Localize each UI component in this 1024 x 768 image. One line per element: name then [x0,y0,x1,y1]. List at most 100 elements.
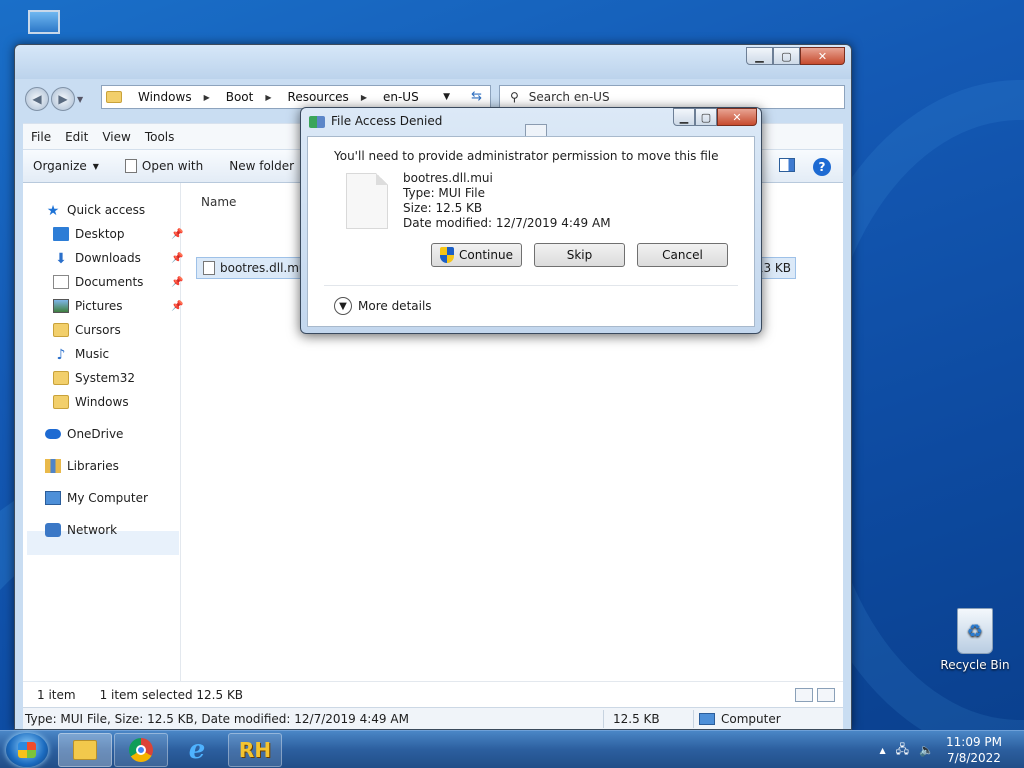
folder-icon [106,91,122,103]
dialog-minimize-button[interactable]: ▁ [673,108,695,126]
clock-date: 7/8/2022 [947,751,1001,765]
dialog-maximize-button[interactable]: ▢ [695,108,717,126]
skip-button[interactable]: Skip [534,243,625,267]
nav-item-cursors[interactable]: Cursors [53,323,121,337]
chevron-down-icon: ▼ [92,161,99,171]
desktop-icon-computer[interactable] [28,10,64,40]
search-icon: ⚲ [510,90,519,104]
organize-button[interactable]: Organize ▼ [33,159,99,173]
column-header-name[interactable]: Name [201,195,236,209]
taskbar-chrome[interactable] [114,733,168,767]
continue-button[interactable]: Continue [431,243,522,267]
pictures-icon [53,299,69,313]
clock-time: 11:09 PM [946,735,1002,749]
dialog-close-button[interactable]: ✕ [717,108,757,126]
taskbar: e RH ▲ 🖧 🔈 11:09 PM 7/8/2022 [0,730,1024,768]
maximize-button[interactable]: ▢ [773,47,800,65]
large-icons-view-icon[interactable] [817,688,835,702]
file-info: bootres.dll.mui Type: MUI File Size: 12.… [403,171,611,231]
nav-item-system32[interactable]: System32 [53,371,135,385]
documents-icon [53,275,69,289]
window-frame [15,45,851,79]
file-info-date: Date modified: 12/7/2019 4:49 AM [403,216,611,230]
close-button[interactable]: ✕ [800,47,845,65]
nav-item-pictures[interactable]: Pictures 📌 [53,299,183,313]
address-bar[interactable]: Windows ▶ Boot ▶ Resources ▶ en-US ▼ ⇆ [101,85,491,109]
libraries-icon [45,459,61,473]
nav-onedrive[interactable]: OneDrive [45,427,123,441]
menu-edit[interactable]: Edit [65,130,88,144]
nav-item-music[interactable]: ♪ Music [53,347,110,363]
preview-pane-icon[interactable] [779,158,795,172]
dialog-caption-buttons: ▁ ▢ ✕ [673,108,757,126]
pin-icon[interactable]: 📌 [171,229,183,240]
refresh-icon[interactable]: ⇆ [471,89,482,104]
breadcrumb-resources[interactable]: Resources ▶ [288,90,367,104]
desktop-icon [53,227,69,241]
new-folder-button[interactable]: New folder [229,159,294,173]
clock[interactable]: 11:09 PM 7/8/2022 [946,734,1002,766]
menu-view[interactable]: View [102,130,130,144]
cloud-icon [45,429,61,439]
breadcrumb-windows[interactable]: Windows ▶ [138,90,210,104]
recycle-bin-label: Recycle Bin [940,658,1010,672]
menu-file[interactable]: File [31,130,51,144]
uac-shield-icon [440,247,455,263]
computer-icon [45,491,61,505]
file-icon [203,261,215,275]
nav-buttons: ◀ ▶ ▼ [25,87,83,111]
open-with-button[interactable]: Open with [124,159,203,173]
nav-libraries[interactable]: Libraries [45,459,119,473]
recent-pages-chevron-icon[interactable]: ▼ [77,95,83,111]
nav-item-windows[interactable]: Windows [53,395,129,409]
search-placeholder: Search en-US [528,90,610,104]
move-file-icon [309,116,325,128]
start-button[interactable] [6,733,48,767]
computer-icon [699,712,715,725]
file-name: bootres.dll.mui [220,261,310,275]
folder-icon [53,323,69,337]
breadcrumb-separator-icon[interactable]: ▶ [204,93,210,102]
minimize-button[interactable]: ▁ [746,47,773,65]
nav-quick-access[interactable]: ★ Quick access [45,203,145,219]
dialog-content: You'll need to provide administrator per… [307,136,755,327]
breadcrumb-en-us[interactable]: en-US [383,90,419,104]
download-icon: ⬇ [55,251,67,267]
nav-item-desktop[interactable]: Desktop 📌 [53,227,183,241]
search-box[interactable]: ⚲ Search en-US [499,85,845,109]
star-icon: ★ [46,203,60,219]
taskbar-resource-hacker[interactable]: RH [228,733,282,767]
pin-icon[interactable]: 📌 [171,277,183,288]
back-button[interactable]: ◀ [25,87,49,111]
taskbar-file-explorer[interactable] [58,733,112,767]
breadcrumb-separator-icon[interactable]: ▶ [265,93,271,102]
file-explorer-icon [73,740,97,760]
network-icon[interactable]: 🖧 [896,740,909,761]
chrome-icon [129,738,153,762]
nav-item-downloads[interactable]: ⬇ Downloads 📌 [53,251,183,267]
details-location: Computer [699,712,781,726]
divider [324,285,738,286]
breadcrumb-boot[interactable]: Boot ▶ [226,90,272,104]
pin-icon[interactable]: 📌 [171,253,183,264]
nav-network[interactable]: Network [45,523,117,537]
navigation-pane: ★ Quick access Desktop 📌 ⬇ Downloads 📌 Docum… [23,183,183,681]
cancel-button[interactable]: Cancel [637,243,728,267]
show-hidden-icons-icon[interactable]: ▲ [880,746,886,755]
taskbar-internet-explorer[interactable]: e [170,733,224,767]
address-dropdown-icon[interactable]: ▼ [443,92,450,102]
menu-tools[interactable]: Tools [145,130,175,144]
desktop-icon-recycle-bin[interactable]: ♻ Recycle Bin [940,608,1010,672]
pin-icon[interactable]: 📌 [171,301,183,312]
selection-info: 1 item selected 12.5 KB [99,687,244,702]
volume-icon[interactable]: 🔈 [919,743,934,757]
details-view-icon[interactable] [795,688,813,702]
breadcrumb-separator-icon[interactable]: ▶ [361,93,367,102]
file-access-denied-dialog: File Access Denied ▁ ▢ ✕ You'll need to … [300,107,762,334]
network-icon [45,523,61,537]
forward-button[interactable]: ▶ [51,87,75,111]
more-details-toggle[interactable]: ▼ More details [334,297,432,315]
nav-my-computer[interactable]: My Computer [45,491,148,505]
help-icon[interactable]: ? [813,158,831,176]
nav-item-documents[interactable]: Documents 📌 [53,275,183,289]
